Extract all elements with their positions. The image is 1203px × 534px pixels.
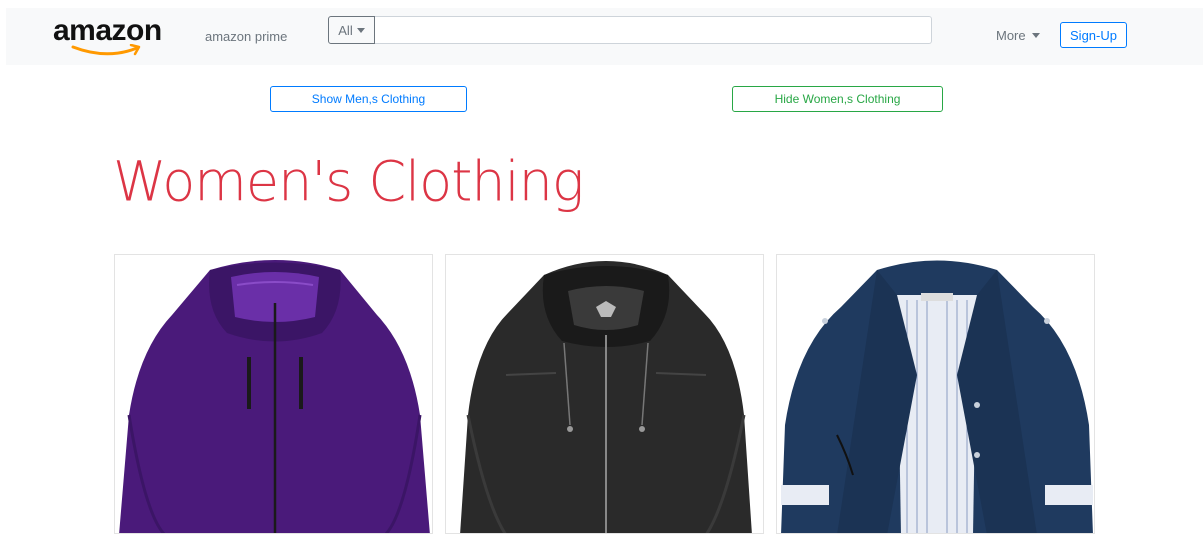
amazon-logo[interactable]: amazon: [53, 14, 183, 58]
black-leather-jacket-image: [460, 261, 752, 533]
section-title: Women's Clothing: [113, 149, 584, 214]
top-navbar: amazon amazon prime All More Sign-Up: [6, 8, 1203, 65]
navy-jacket-image: [781, 260, 1093, 533]
search-group: All: [328, 16, 932, 44]
department-dropdown[interactable]: All: [328, 16, 375, 44]
purple-jacket-image: [119, 260, 430, 533]
more-label: More: [996, 28, 1026, 43]
smile-arrow-icon: [71, 44, 141, 56]
signup-button[interactable]: Sign-Up: [1060, 22, 1127, 48]
department-label: All: [338, 22, 353, 38]
more-dropdown[interactable]: More: [996, 28, 1040, 43]
search-input[interactable]: [375, 16, 932, 44]
brand-name: amazon: [53, 14, 162, 47]
hide-womens-clothing-button[interactable]: Hide Women,s Clothing: [732, 86, 943, 112]
show-mens-clothing-button[interactable]: Show Men,s Clothing: [270, 86, 467, 112]
product-card[interactable]: [445, 254, 764, 534]
product-card[interactable]: [776, 254, 1095, 534]
product-card[interactable]: [114, 254, 433, 534]
caret-down-icon: [1031, 33, 1040, 38]
amazon-prime-link[interactable]: amazon prime: [205, 29, 287, 44]
caret-down-icon: [356, 27, 365, 33]
